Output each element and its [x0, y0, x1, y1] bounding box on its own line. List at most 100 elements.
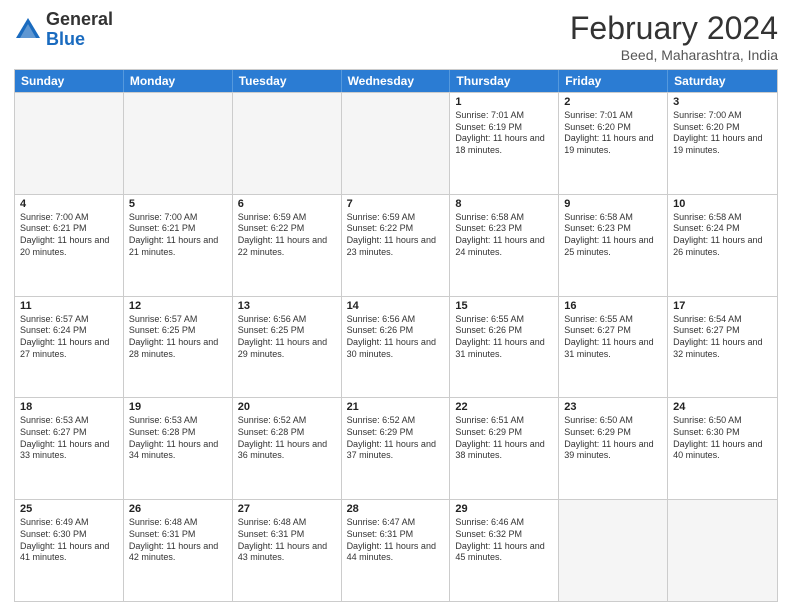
day-number: 12 — [129, 300, 227, 312]
header-day-monday: Monday — [124, 70, 233, 92]
cell-info: Sunrise: 6:48 AM Sunset: 6:31 PM Dayligh… — [129, 517, 227, 564]
calendar-cell: 14Sunrise: 6:56 AM Sunset: 6:26 PM Dayli… — [342, 297, 451, 398]
cell-info: Sunrise: 6:55 AM Sunset: 6:26 PM Dayligh… — [455, 314, 553, 361]
calendar-cell — [15, 93, 124, 194]
calendar-cell: 12 Sunrise: 6:57 AM Sunset: 6:25 PM Dayli… — [124, 297, 233, 398]
page: General Blue February 2024 Beed, Maharas… — [0, 0, 792, 612]
day-number: 13 — [238, 300, 336, 312]
day-number: 27 — [238, 503, 336, 515]
calendar-row-3: 18Sunrise: 6:53 AM Sunset: 6:27 PM Dayli… — [15, 397, 777, 499]
calendar-cell: 9Sunrise: 6:58 AM Sunset: 6:23 PM Daylig… — [559, 195, 668, 296]
cell-info: Sunrise: 6:47 AM Sunset: 6:31 PM Dayligh… — [347, 517, 445, 564]
cell-info: Sunrise: 6:52 AM Sunset: 6:28 PM Dayligh… — [238, 415, 336, 462]
logo-blue: Blue — [46, 29, 85, 49]
calendar-cell: 19Sunrise: 6:53 AM Sunset: 6:28 PM Dayli… — [124, 398, 233, 499]
cell-info: Sunrise: 6:48 AM Sunset: 6:31 PM Dayligh… — [238, 517, 336, 564]
calendar: SundayMondayTuesdayWednesdayThursdayFrid… — [14, 69, 778, 602]
calendar-header: SundayMondayTuesdayWednesdayThursdayFrid… — [15, 70, 777, 92]
calendar-cell: 16 Sunrise: 6:55 AM Sunset: 6:27 PM Dayli… — [559, 297, 668, 398]
calendar-cell — [124, 93, 233, 194]
calendar-cell: 17Sunrise: 6:54 AM Sunset: 6:27 PM Dayli… — [668, 297, 777, 398]
calendar-cell: 23 Sunrise: 6:50 AM Sunset: 6:29 PM Dayli… — [559, 398, 668, 499]
logo-icon — [14, 16, 42, 44]
calendar-cell: 21 Sunrise: 6:52 AM Sunset: 6:29 PM Dayli… — [342, 398, 451, 499]
cell-info: Sunrise: 6:59 AM Sunset: 6:22 PM Dayligh… — [238, 212, 336, 259]
calendar-cell: 28 Sunrise: 6:47 AM Sunset: 6:31 PM Dayli… — [342, 500, 451, 601]
header-day-wednesday: Wednesday — [342, 70, 451, 92]
day-number: 6 — [238, 198, 336, 210]
day-number: 22 — [455, 401, 553, 413]
day-number: 19 — [129, 401, 227, 413]
calendar-cell: 5 Sunrise: 7:00 AM Sunset: 6:21 PM Daylig… — [124, 195, 233, 296]
calendar-row-0: 1 Sunrise: 7:01 AM Sunset: 6:19 PM Daylig… — [15, 92, 777, 194]
header-day-tuesday: Tuesday — [233, 70, 342, 92]
calendar-cell: 3 Sunrise: 7:00 AM Sunset: 6:20 PM Daylig… — [668, 93, 777, 194]
header: General Blue February 2024 Beed, Maharas… — [14, 10, 778, 63]
cell-info: Sunrise: 7:00 AM Sunset: 6:21 PM Dayligh… — [129, 212, 227, 259]
cell-info: Sunrise: 6:51 AM Sunset: 6:29 PM Dayligh… — [455, 415, 553, 462]
calendar-row-4: 25 Sunrise: 6:49 AM Sunset: 6:30 PM Dayli… — [15, 499, 777, 601]
cell-info: Sunrise: 7:01 AM Sunset: 6:20 PM Dayligh… — [564, 110, 662, 157]
cell-info: Sunrise: 6:52 AM Sunset: 6:29 PM Dayligh… — [347, 415, 445, 462]
header-day-friday: Friday — [559, 70, 668, 92]
calendar-cell: 8 Sunrise: 6:58 AM Sunset: 6:23 PM Daylig… — [450, 195, 559, 296]
header-day-sunday: Sunday — [15, 70, 124, 92]
cell-info: Sunrise: 6:46 AM Sunset: 6:32 PM Dayligh… — [455, 517, 553, 564]
calendar-cell: 24Sunrise: 6:50 AM Sunset: 6:30 PM Dayli… — [668, 398, 777, 499]
cell-info: Sunrise: 7:00 AM Sunset: 6:20 PM Dayligh… — [673, 110, 772, 157]
day-number: 15 — [455, 300, 553, 312]
cell-info: Sunrise: 6:55 AM Sunset: 6:27 PM Dayligh… — [564, 314, 662, 361]
calendar-cell: 20 Sunrise: 6:52 AM Sunset: 6:28 PM Dayli… — [233, 398, 342, 499]
calendar-cell — [342, 93, 451, 194]
calendar-cell: 27 Sunrise: 6:48 AM Sunset: 6:31 PM Dayli… — [233, 500, 342, 601]
cell-info: Sunrise: 7:01 AM Sunset: 6:19 PM Dayligh… — [455, 110, 553, 157]
cell-info: Sunrise: 6:50 AM Sunset: 6:30 PM Dayligh… — [673, 415, 772, 462]
cell-info: Sunrise: 6:58 AM Sunset: 6:24 PM Dayligh… — [673, 212, 772, 259]
day-number: 29 — [455, 503, 553, 515]
day-number: 1 — [455, 96, 553, 108]
cell-info: Sunrise: 6:50 AM Sunset: 6:29 PM Dayligh… — [564, 415, 662, 462]
day-number: 10 — [673, 198, 772, 210]
cell-info: Sunrise: 6:58 AM Sunset: 6:23 PM Dayligh… — [455, 212, 553, 259]
day-number: 26 — [129, 503, 227, 515]
month-year: February 2024 — [570, 10, 778, 47]
calendar-cell: 13Sunrise: 6:56 AM Sunset: 6:25 PM Dayli… — [233, 297, 342, 398]
header-day-saturday: Saturday — [668, 70, 777, 92]
cell-info: Sunrise: 6:49 AM Sunset: 6:30 PM Dayligh… — [20, 517, 118, 564]
day-number: 7 — [347, 198, 445, 210]
calendar-cell: 7Sunrise: 6:59 AM Sunset: 6:22 PM Daylig… — [342, 195, 451, 296]
day-number: 17 — [673, 300, 772, 312]
calendar-cell — [559, 500, 668, 601]
day-number: 4 — [20, 198, 118, 210]
calendar-cell — [233, 93, 342, 194]
day-number: 20 — [238, 401, 336, 413]
day-number: 5 — [129, 198, 227, 210]
day-number: 25 — [20, 503, 118, 515]
cell-info: Sunrise: 6:56 AM Sunset: 6:26 PM Dayligh… — [347, 314, 445, 361]
cell-info: Sunrise: 6:57 AM Sunset: 6:24 PM Dayligh… — [20, 314, 118, 361]
logo: General Blue — [14, 10, 113, 50]
calendar-cell: 18Sunrise: 6:53 AM Sunset: 6:27 PM Dayli… — [15, 398, 124, 499]
calendar-cell: 1 Sunrise: 7:01 AM Sunset: 6:19 PM Daylig… — [450, 93, 559, 194]
day-number: 23 — [564, 401, 662, 413]
cell-info: Sunrise: 6:58 AM Sunset: 6:23 PM Dayligh… — [564, 212, 662, 259]
day-number: 8 — [455, 198, 553, 210]
day-number: 21 — [347, 401, 445, 413]
calendar-cell: 22 Sunrise: 6:51 AM Sunset: 6:29 PM Dayli… — [450, 398, 559, 499]
cell-info: Sunrise: 6:53 AM Sunset: 6:27 PM Dayligh… — [20, 415, 118, 462]
title-block: February 2024 Beed, Maharashtra, India — [570, 10, 778, 63]
header-day-thursday: Thursday — [450, 70, 559, 92]
day-number: 28 — [347, 503, 445, 515]
day-number: 3 — [673, 96, 772, 108]
calendar-cell: 11Sunrise: 6:57 AM Sunset: 6:24 PM Dayli… — [15, 297, 124, 398]
location: Beed, Maharashtra, India — [570, 47, 778, 63]
logo-text: General Blue — [46, 10, 113, 50]
calendar-cell: 4Sunrise: 7:00 AM Sunset: 6:21 PM Daylig… — [15, 195, 124, 296]
cell-info: Sunrise: 6:57 AM Sunset: 6:25 PM Dayligh… — [129, 314, 227, 361]
calendar-cell: 25 Sunrise: 6:49 AM Sunset: 6:30 PM Dayli… — [15, 500, 124, 601]
calendar-cell: 6 Sunrise: 6:59 AM Sunset: 6:22 PM Daylig… — [233, 195, 342, 296]
calendar-cell: 10 Sunrise: 6:58 AM Sunset: 6:24 PM Dayli… — [668, 195, 777, 296]
calendar-cell: 26 Sunrise: 6:48 AM Sunset: 6:31 PM Dayli… — [124, 500, 233, 601]
calendar-cell: 2Sunrise: 7:01 AM Sunset: 6:20 PM Daylig… — [559, 93, 668, 194]
day-number: 16 — [564, 300, 662, 312]
